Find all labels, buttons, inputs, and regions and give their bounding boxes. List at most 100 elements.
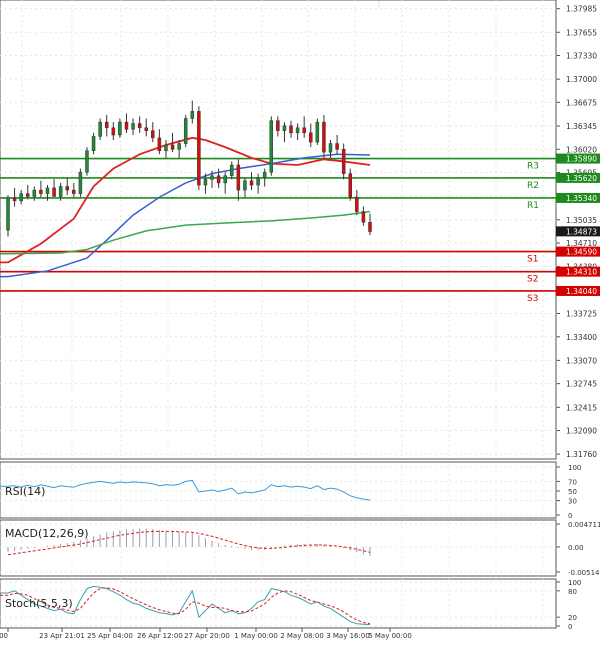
candle-body: [32, 189, 37, 197]
candle-body: [144, 127, 148, 131]
y-tick-label: 1.36675: [566, 98, 597, 107]
level-name-s3: S3: [527, 294, 538, 304]
level-price-label: 1.35890: [566, 155, 597, 164]
candle-body: [361, 211, 366, 223]
stoch-panel: 10080 200 Stoch(5,5,3): [0, 578, 581, 631]
candle-body: [282, 125, 287, 131]
level-name-s1: S1: [527, 255, 538, 265]
macd-title: MACD(12,26,9): [5, 527, 89, 540]
x-tick-label: 26 Apr 12:00: [137, 632, 183, 640]
rsi-panel: 100 70 50 30 0 RSI(14): [0, 461, 581, 520]
candle-body: [12, 197, 17, 202]
candle-body: [256, 177, 260, 186]
x-tick-label: 1 May 00:00: [234, 632, 278, 640]
candle-body: [230, 164, 234, 177]
candle-body: [19, 193, 23, 202]
x-tick-label: r 16:00: [0, 632, 8, 640]
last-price-label: 1.34873: [566, 227, 597, 236]
candle-body: [276, 120, 280, 131]
candle-body: [118, 121, 122, 136]
y-tick-label: 1.32415: [566, 403, 597, 412]
y-tick-label: 100: [568, 579, 581, 587]
level-price-label: 1.35340: [566, 194, 597, 203]
candle-body: [295, 127, 300, 134]
x-tick-label: 27 Apr 20:00: [184, 632, 230, 640]
candle-body: [65, 186, 69, 191]
candle-body: [315, 121, 320, 143]
y-tick-label: 1.32090: [566, 427, 597, 436]
y-tick-label: 1.33400: [566, 333, 597, 342]
candle-body: [328, 143, 333, 153]
y-tick-label: 1.37000: [566, 75, 597, 84]
y-tick-label: -0.00514: [568, 569, 600, 577]
forex-chart: R3 R2 R1 S1 S2 S3 1.37985 1.37655 1.37330 1.3700…: [0, 0, 600, 645]
candle-body: [91, 136, 96, 151]
candle-body: [58, 186, 63, 197]
y-tick-label: 1.32745: [566, 380, 597, 389]
candle-body: [368, 222, 372, 232]
candle-body: [183, 118, 188, 144]
candle-body: [39, 189, 43, 194]
candle-body: [309, 132, 313, 143]
candle-body: [203, 179, 208, 186]
level-price-label: 1.34310: [566, 268, 597, 277]
candle-body: [355, 196, 359, 212]
y-tick-label: 20: [568, 614, 577, 622]
candle-body: [131, 123, 135, 130]
candle-body: [249, 180, 254, 186]
level-price-label: 1.34040: [566, 287, 597, 296]
y-tick-label: 100: [568, 464, 581, 472]
price-panel: R3 R2 R1 S1 S2 S3 1.37985 1.37655 1.37330 1.3700…: [0, 0, 600, 460]
y-tick-label: 1.31760: [566, 450, 597, 459]
candle-body: [25, 193, 30, 197]
y-tick-label: 1.35035: [566, 216, 597, 225]
candle-body: [197, 111, 201, 186]
y-tick-label: 1.36345: [566, 122, 597, 131]
candle-body: [289, 125, 293, 134]
candle-body: [190, 111, 195, 119]
y-tick-label: 1.33070: [566, 356, 597, 365]
candle-body: [335, 143, 339, 150]
x-tick-label: 5 May 00:00: [368, 632, 412, 640]
candle-body: [78, 171, 83, 194]
candle-body: [243, 180, 247, 191]
candle-body: [341, 149, 346, 174]
candle-body: [348, 173, 353, 198]
y-tick-label: 1.37330: [566, 52, 597, 61]
candle-body: [210, 175, 214, 180]
candle-body: [85, 150, 89, 173]
x-tick-label: 23 Apr 21:01: [39, 632, 85, 640]
level-name-r1: R1: [527, 201, 539, 211]
level-name-r2: R2: [527, 181, 539, 191]
y-tick-label: 30: [568, 498, 577, 506]
candle-body: [170, 144, 175, 150]
candle-body: [322, 121, 326, 153]
y-tick-label: 1.37655: [566, 28, 597, 37]
menu-dots-icon[interactable]: ⋮: [375, 0, 383, 8]
level-name-r3: R3: [527, 162, 539, 172]
candle-body: [6, 197, 10, 231]
candle-body: [223, 175, 227, 184]
x-tick-label: 3 May 16:00: [326, 632, 370, 640]
rsi-title: RSI(14): [5, 485, 45, 498]
candle-body: [151, 130, 155, 139]
stoch-title: Stoch(5,5,3): [5, 597, 73, 610]
level-name-s2: S2: [527, 275, 538, 285]
y-tick-label: 80: [568, 588, 577, 596]
y-tick-label: 0: [568, 623, 572, 631]
candle-body: [269, 120, 274, 173]
candle-body: [157, 137, 162, 151]
candle-body: [124, 121, 129, 130]
y-tick-label: 0.004711: [568, 521, 600, 529]
y-tick-label: 0: [568, 512, 572, 520]
candle-body: [111, 127, 116, 136]
candle-body: [177, 143, 181, 150]
candle-body: [216, 175, 221, 184]
level-price-label: 1.35620: [566, 174, 597, 183]
candle-body: [302, 127, 306, 134]
macd-panel: 0.004711 0.00 -0.00514 MACD(12,26,9): [0, 519, 600, 577]
y-tick-label: 1.33725: [566, 310, 597, 319]
x-tick-label: 2 May 08:00: [280, 632, 324, 640]
y-tick-label: 1.37985: [566, 5, 597, 14]
candle-body: [236, 164, 241, 191]
